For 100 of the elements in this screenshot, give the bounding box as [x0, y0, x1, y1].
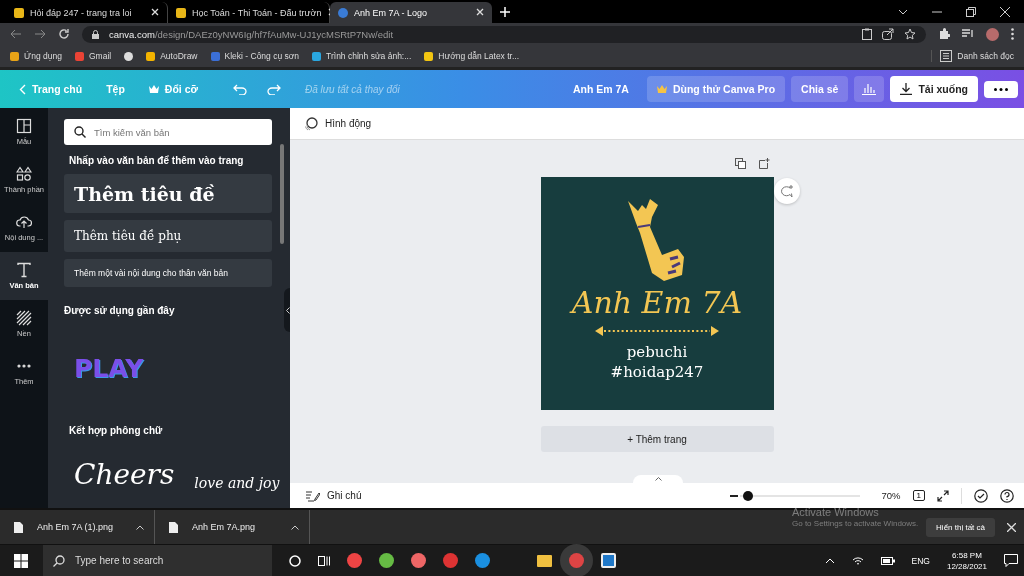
chevron-up-icon — [654, 477, 662, 481]
new-tab-icon[interactable] — [500, 7, 510, 17]
bookmark[interactable]: Ứng dụng — [10, 51, 62, 61]
restore-icon[interactable] — [966, 7, 976, 17]
chevron-up-icon[interactable] — [824, 557, 835, 564]
shapes-icon — [16, 166, 32, 182]
save-status: Đã lưu tất cả thay đổi — [305, 83, 400, 95]
list-icon — [940, 50, 953, 62]
activation-hint: Go to Settings to activate Windows. — [792, 519, 919, 528]
share-icon[interactable] — [882, 28, 894, 40]
search-icon — [53, 555, 65, 567]
help-icon[interactable] — [1000, 488, 1014, 503]
avatar[interactable] — [986, 27, 999, 41]
duplicate-icon[interactable] — [734, 158, 746, 169]
close-icon[interactable] — [151, 7, 159, 18]
logo-text: pebuchi — [626, 342, 688, 362]
add-page-icon[interactable] — [758, 158, 770, 169]
show-all-button[interactable]: Hiển thị tất cả — [926, 517, 995, 537]
media-icon[interactable] — [962, 29, 974, 39]
text-icon — [16, 262, 32, 278]
animation-icon — [304, 116, 318, 131]
site-icon — [338, 7, 348, 18]
more-icon[interactable] — [1011, 28, 1014, 40]
logo-title: Anh Em 7A — [571, 285, 743, 320]
browser-tab[interactable]: Anh Em 7A - Logo — [330, 2, 492, 23]
forward-icon[interactable] — [34, 29, 46, 39]
site-icon — [14, 7, 24, 18]
clock-time[interactable]: 6:58 PM — [952, 549, 982, 561]
site-icon — [176, 7, 186, 18]
bookmark[interactable]: Hướng dẫn Latex tr... — [424, 51, 520, 61]
battery-icon[interactable] — [880, 556, 895, 565]
language-indicator[interactable]: ENG — [911, 555, 930, 566]
animate-button[interactable]: Hình động — [298, 115, 378, 132]
extensions-icon[interactable] — [938, 28, 950, 40]
more-button[interactable] — [984, 80, 1018, 98]
folder-icon[interactable] — [537, 554, 552, 567]
chevron-left-icon — [19, 83, 26, 95]
redo-icon[interactable] — [267, 83, 281, 95]
logo-text: #hoidap247 — [610, 362, 704, 382]
notifications-icon[interactable] — [1004, 554, 1018, 567]
bookmark[interactable]: Kleki - Công cụ sơn — [210, 51, 300, 61]
bookmark[interactable]: Trình chỉnh sửa ảnh:... — [312, 51, 412, 61]
download-icon — [900, 83, 913, 95]
font-sample[interactable]: love and joy — [194, 475, 280, 491]
page-count-button[interactable]: 1 — [912, 490, 925, 501]
crown-icon — [148, 85, 159, 93]
cortana-icon[interactable] — [289, 554, 301, 567]
fullscreen-icon[interactable] — [937, 489, 949, 502]
reload-icon[interactable] — [58, 28, 70, 40]
search-icon — [74, 126, 86, 138]
comment-button[interactable] — [774, 178, 800, 204]
notes-button[interactable]: Ghi chú — [300, 488, 368, 503]
lock-icon — [92, 29, 99, 39]
download-button[interactable]: Tải xuống — [890, 76, 978, 102]
zoom-out-icon[interactable] — [729, 494, 738, 497]
slider-thumb[interactable] — [742, 490, 753, 501]
close-icon[interactable] — [1007, 522, 1016, 532]
clock-date[interactable]: 12/28/2021 — [946, 560, 987, 572]
chevron-up-icon — [136, 524, 144, 530]
section-heading: Nhấp vào văn bản để thêm vào trang — [69, 155, 244, 166]
search-field[interactable]: Tìm kiếm văn bản — [64, 119, 272, 145]
chevron-left-icon — [286, 306, 290, 314]
check-icon[interactable] — [974, 488, 988, 503]
text-preset[interactable]: Thêm tiêu đề — [64, 174, 272, 213]
design-canvas[interactable]: Anh Em 7A pebuchi #hoidap247 — [540, 177, 774, 410]
wifi-icon[interactable] — [851, 555, 864, 566]
section-heading: Kết hợp phông chữ — [69, 425, 163, 436]
bookmark[interactable]: AutoDraw — [146, 51, 198, 61]
clipboard-icon[interactable] — [862, 28, 872, 40]
window-icon[interactable] — [601, 553, 616, 568]
text-preset[interactable]: Thêm một vài nội dung cho thân văn bản — [64, 259, 272, 287]
activation-title: Activate Windows — [792, 506, 880, 518]
layout-icon — [16, 118, 32, 134]
close-icon[interactable] — [1000, 7, 1010, 17]
comment-icon — [780, 184, 794, 198]
insights-button[interactable] — [854, 76, 885, 102]
address-field[interactable]: canva.com/design/DAEz0yNW6Ig/hf7fAuMw-UJ1ycMSRtP7Nw/edit — [82, 25, 926, 43]
font-sample[interactable]: Cheers — [74, 458, 175, 491]
file-icon — [14, 521, 23, 533]
section-heading: Được sử dụng gần đây — [64, 305, 175, 316]
chevron-down-icon[interactable] — [898, 9, 908, 15]
design-title[interactable]: Anh Em 7A — [572, 83, 629, 95]
taskbar-search-field[interactable]: Type here to search — [43, 545, 272, 576]
more-icon — [994, 87, 1008, 91]
star-icon[interactable] — [904, 28, 916, 40]
back-icon[interactable] — [10, 29, 22, 39]
reading-list-button[interactable]: Danh sách đọc — [931, 50, 1014, 62]
add-page-button[interactable]: + Thêm trang — [540, 426, 774, 452]
undo-icon[interactable] — [233, 83, 247, 95]
notes-icon — [306, 489, 320, 502]
pattern-icon — [16, 310, 32, 326]
windows-start-icon[interactable] — [14, 553, 28, 568]
bookmark[interactable]: Gmail — [75, 51, 112, 61]
text-preset[interactable]: Thêm tiêu đề phụ — [64, 220, 272, 252]
globe-icon[interactable] — [124, 51, 134, 61]
expand-handle[interactable] — [633, 475, 683, 483]
task-view-icon[interactable] — [318, 554, 330, 567]
scrollbar[interactable] — [280, 144, 284, 244]
close-icon[interactable] — [476, 7, 484, 18]
zoom-percentage[interactable]: 70% — [881, 490, 901, 501]
